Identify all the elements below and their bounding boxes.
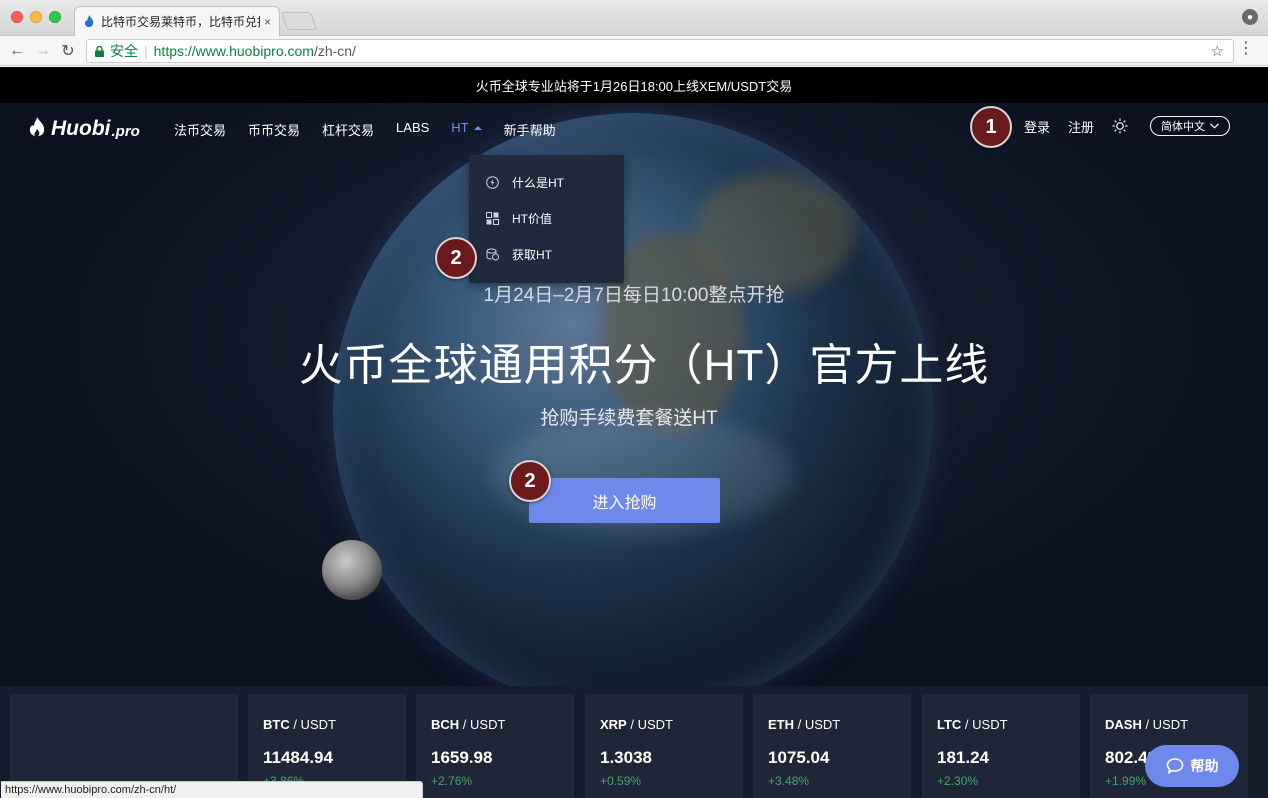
annotation-marker-1: 1 <box>970 106 1012 148</box>
nav-item-ht-label: HT <box>451 120 469 135</box>
menu-item-what-is-ht[interactable]: 什么是HT <box>469 164 624 200</box>
address-bar[interactable]: 安全 | https://www.huobipro.com/zh-cn/ <box>86 39 1234 63</box>
ticker-card-bch[interactable]: BCH / USDT 1659.98 +2.76% <box>416 694 574 798</box>
nav-item-fiat[interactable]: 法币交易 <box>174 120 226 139</box>
secure-label: 安全 <box>110 43 138 59</box>
hero-subtitle: 抢购手续费套餐送HT <box>540 408 718 429</box>
nav-item-help[interactable]: 新手帮助 <box>504 120 556 139</box>
login-link[interactable]: 登录 <box>1024 117 1050 136</box>
menu-item-label: 什么是HT <box>512 175 564 190</box>
ticker-price: 1.3038 <box>600 748 652 767</box>
maximize-window-button[interactable] <box>49 11 61 23</box>
tab-title: 比特币交易莱特币，比特币兑换 <box>101 15 260 29</box>
menu-item-get-ht[interactable]: 获取HT <box>469 236 624 272</box>
site-header: Huobi .pro 法币交易 币币交易 杠杆交易 LABS HT 新手帮助 登… <box>0 103 1268 157</box>
nav-item-exchange[interactable]: 币币交易 <box>248 120 300 139</box>
menu-item-label: HT价值 <box>512 211 552 226</box>
profile-icon[interactable]: ● <box>1242 9 1258 25</box>
ticker-card-ltc[interactable]: LTC / USDT 181.24 +2.30% <box>922 694 1080 798</box>
ticker-price: 11484.94 <box>263 748 333 767</box>
browser-menu-icon[interactable]: ⋮ <box>1238 41 1254 57</box>
ticker-change: +2.30% <box>937 774 979 788</box>
circle-flame-icon <box>486 175 499 189</box>
browser-tab[interactable]: 比特币交易莱特币，比特币兑换 × <box>74 6 280 36</box>
web-page: 火币全球专业站将于1月26日18:00上线XEM/USDT交易 Huobi .p… <box>0 67 1268 798</box>
forward-arrow-icon[interactable]: → <box>33 41 53 61</box>
chat-bubble-icon <box>1166 758 1183 775</box>
lock-icon <box>95 45 104 57</box>
announcement-bar[interactable]: 火币全球专业站将于1月26日18:00上线XEM/USDT交易 <box>0 67 1268 103</box>
ticker-change: +1.99% <box>1105 774 1147 788</box>
language-label: 简体中文 <box>1161 121 1205 133</box>
hero-title: 火币全球通用积分（HT）官方上线 <box>298 341 990 390</box>
help-label: 帮助 <box>1190 758 1219 774</box>
ticker-price: 181.24 <box>937 748 989 767</box>
browser-titlebar: 比特币交易莱特币，比特币兑换 × ● <box>0 0 1268 36</box>
enter-purchase-button[interactable]: 进入抢购 <box>529 478 720 523</box>
register-link[interactable]: 注册 <box>1068 117 1094 136</box>
close-window-button[interactable] <box>11 11 23 23</box>
browser-window: 比特币交易莱特币，比特币兑换 × ● ← → ↻ 安全 | https://ww… <box>0 0 1268 798</box>
ticker-price: 1075.04 <box>768 748 830 767</box>
bookmark-star-icon[interactable]: ☆ <box>1211 42 1224 60</box>
back-arrow-icon[interactable]: ← <box>7 41 27 61</box>
url-path: /zh-cn/ <box>313 43 356 59</box>
ticker-change: +3.48% <box>768 774 810 788</box>
ticker-pair: XRP / USDT <box>600 717 673 732</box>
flame-logo-icon <box>29 117 45 137</box>
ticker-card-xrp[interactable]: XRP / USDT 1.3038 +0.59% <box>585 694 743 798</box>
ticker-change: +2.76% <box>431 774 473 788</box>
huobi-logo[interactable]: Huobi .pro <box>28 115 140 143</box>
ticker-pair: LTC / USDT <box>937 717 1008 732</box>
ticker-pair: BCH / USDT <box>431 717 506 732</box>
browser-status-bar: https://www.huobipro.com/zh-cn/ht/ <box>1 781 423 798</box>
moon-image <box>322 540 382 600</box>
address-separator: | <box>144 43 148 59</box>
minimize-window-button[interactable] <box>30 11 42 23</box>
coin-stack-icon <box>486 248 499 260</box>
earth-image <box>333 113 933 686</box>
url-host: https://www.huobipro.com <box>153 43 314 59</box>
annotation-marker-2: 2 <box>435 237 477 279</box>
nav-item-ht[interactable]: HT <box>451 120 482 139</box>
ticker-price: 1659.98 <box>431 748 493 767</box>
help-chat-button[interactable]: 帮助 <box>1145 745 1239 787</box>
caret-up-icon <box>473 126 482 130</box>
ht-dropdown-menu: 什么是HT HT价值 获取HT <box>469 155 624 283</box>
hero-banner <box>0 103 1268 686</box>
new-tab-button[interactable] <box>280 12 318 30</box>
main-nav: 法币交易 币币交易 杠杆交易 LABS HT 新手帮助 <box>174 120 578 139</box>
ticker-card-eth[interactable]: ETH / USDT 1075.04 +3.48% <box>753 694 911 798</box>
hero-date-line: 1月24日–2月7日每日10:00整点开抢 <box>483 285 785 306</box>
logo-suffix-text: .pro <box>111 122 140 140</box>
nav-item-margin[interactable]: 杠杆交易 <box>322 120 374 139</box>
menu-item-ht-value[interactable]: HT价值 <box>469 200 624 236</box>
logo-brand-text: Huobi <box>51 117 111 140</box>
ticker-pair: BTC / USDT <box>263 717 336 732</box>
reload-icon[interactable]: ↻ <box>58 41 78 61</box>
ticker-pair: DASH / USDT <box>1105 717 1189 732</box>
ticker-pair: ETH / USDT <box>768 717 841 732</box>
language-select[interactable]: 简体中文 <box>1150 116 1230 136</box>
browser-toolbar: ← → ↻ 安全 | https://www.huobipro.com/zh-c… <box>0 36 1268 66</box>
tab-close-icon[interactable]: × <box>264 15 271 29</box>
chevron-down-icon <box>1210 123 1219 129</box>
grid-value-icon <box>486 211 499 225</box>
nav-item-labs[interactable]: LABS <box>396 120 429 139</box>
account-nav: 登录 注册 简体中文 <box>1024 116 1230 136</box>
menu-item-label: 获取HT <box>512 247 552 262</box>
ticker-change: +0.59% <box>600 774 642 788</box>
annotation-marker-2b: 2 <box>509 460 551 502</box>
theme-sun-icon[interactable] <box>1112 118 1128 134</box>
huobi-favicon-icon <box>84 14 94 27</box>
